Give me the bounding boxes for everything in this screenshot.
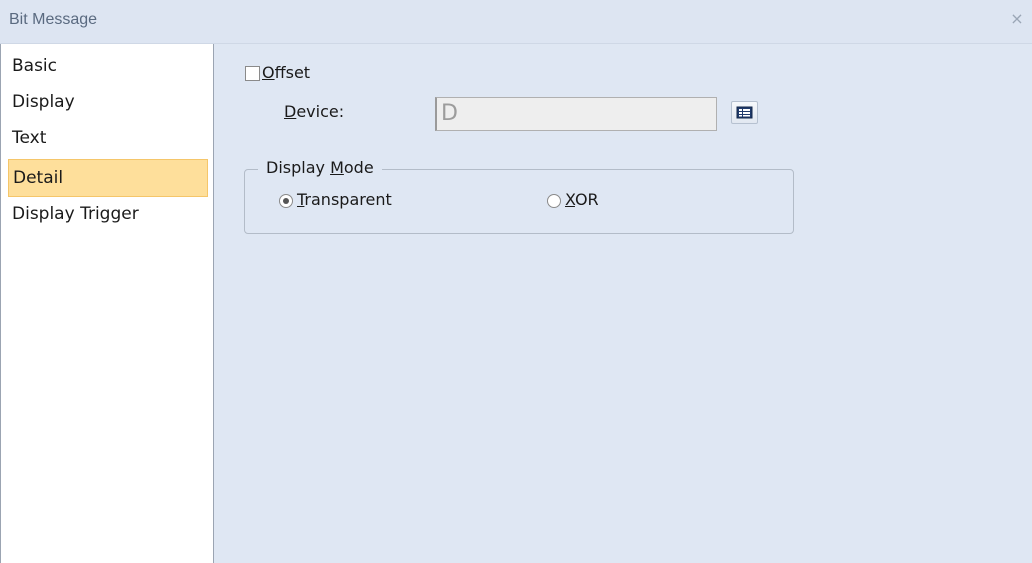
xor-radio[interactable] — [547, 194, 561, 208]
device-label: Device: — [284, 102, 344, 121]
offset-checkbox[interactable] — [245, 66, 260, 81]
title-bar: Bit Message × — [0, 0, 1032, 44]
transparent-label-rest: ransparent — [304, 190, 392, 209]
xor-hotkey: X — [565, 190, 575, 209]
close-button[interactable]: × — [1006, 8, 1028, 30]
sidebar-item-text[interactable]: Text — [8, 120, 208, 156]
sidebar-item-display[interactable]: Display — [8, 84, 208, 120]
transparent-radio[interactable] — [279, 194, 293, 208]
offset-label-rest: ffset — [274, 63, 311, 82]
device-browse-button[interactable] — [731, 101, 758, 124]
display-mode-legend-pre: Display — [266, 158, 331, 177]
sidebar-item-display-trigger[interactable]: Display Trigger — [8, 196, 208, 232]
device-label-rest: evice: — [296, 102, 345, 121]
sidebar-item-basic[interactable]: Basic — [8, 48, 208, 84]
radio-selected-dot — [283, 198, 289, 204]
xor-label: XOR — [565, 190, 599, 209]
device-field[interactable]: D — [435, 97, 717, 131]
device-list-icon — [736, 106, 753, 119]
sidebar-item-detail[interactable]: Detail — [8, 159, 208, 197]
display-mode-legend-rest: ode — [343, 158, 374, 177]
close-icon: × — [1010, 9, 1024, 28]
offset-label: Offset — [262, 63, 310, 82]
detail-panel: Offset Device: D Display Mode Transparen… — [214, 44, 1032, 563]
window-title: Bit Message — [9, 11, 98, 28]
display-mode-legend-hotkey: M — [330, 158, 344, 177]
xor-label-rest: OR — [574, 190, 599, 209]
category-sidebar: Basic Display Text Detail Display Trigge… — [0, 44, 214, 563]
offset-hotkey: O — [262, 63, 275, 82]
transparent-label: Transparent — [297, 190, 392, 209]
device-hotkey: D — [284, 102, 297, 121]
display-mode-legend: Display Mode — [258, 158, 382, 177]
